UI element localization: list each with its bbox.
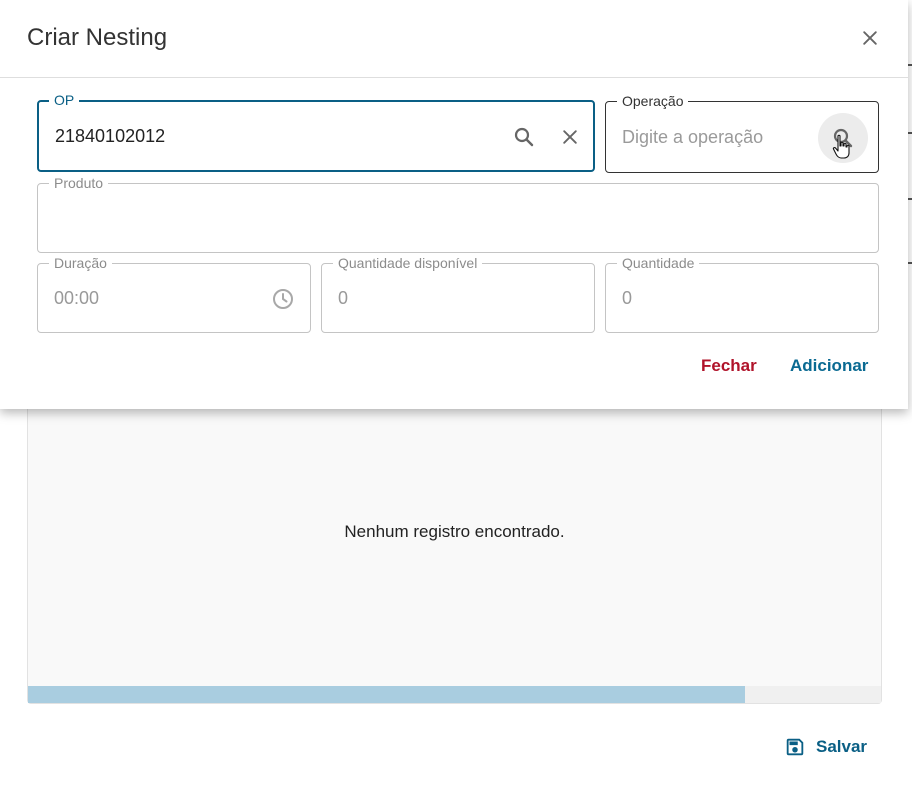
horizontal-scrollbar[interactable]	[28, 686, 881, 703]
create-nesting-dialog: Criar Nesting OP Operação	[0, 0, 908, 409]
search-icon	[833, 128, 853, 148]
op-clear-button[interactable]	[551, 118, 589, 156]
operacao-field[interactable]: Operação	[605, 93, 879, 173]
op-field[interactable]: OP	[37, 92, 595, 172]
produto-field[interactable]: Produto	[37, 175, 879, 253]
search-icon	[514, 127, 534, 147]
duracao-field[interactable]: Duração 00:00	[37, 255, 311, 333]
quantidade-value: 0	[622, 287, 633, 308]
save-icon	[786, 738, 804, 756]
fechar-button[interactable]: Fechar	[690, 348, 768, 384]
records-table: Nenhum registro encontrado.	[27, 398, 882, 704]
duracao-value: 00:00	[54, 287, 100, 308]
op-search-button[interactable]	[505, 118, 543, 156]
save-label: Salvar	[816, 737, 868, 756]
clear-icon	[563, 130, 577, 144]
quantidade-field[interactable]: Quantidade 0	[605, 255, 879, 333]
operacao-search-button[interactable]	[818, 113, 868, 163]
dialog-close-button[interactable]	[852, 20, 888, 56]
dialog-title: Criar Nesting	[27, 24, 168, 51]
close-icon	[863, 31, 877, 45]
produto-label: Produto	[49, 175, 109, 191]
quantidade-disponivel-field[interactable]: Quantidade disponível 0	[321, 255, 595, 333]
op-input[interactable]	[55, 102, 475, 170]
scrollbar-thumb[interactable]	[28, 686, 745, 703]
adicionar-button[interactable]: Adicionar	[779, 348, 879, 384]
background-edge	[908, 0, 912, 794]
operacao-input[interactable]	[622, 102, 812, 172]
quantidade-disponivel-value: 0	[338, 287, 349, 308]
quantidade-disponivel-label: Quantidade disponível	[333, 255, 483, 271]
clock-icon	[273, 289, 293, 309]
dialog-header: Criar Nesting	[0, 0, 908, 78]
save-button[interactable]: Salvar	[776, 730, 875, 764]
clock-button[interactable]	[264, 280, 302, 318]
empty-message: Nenhum registro encontrado.	[344, 522, 565, 541]
